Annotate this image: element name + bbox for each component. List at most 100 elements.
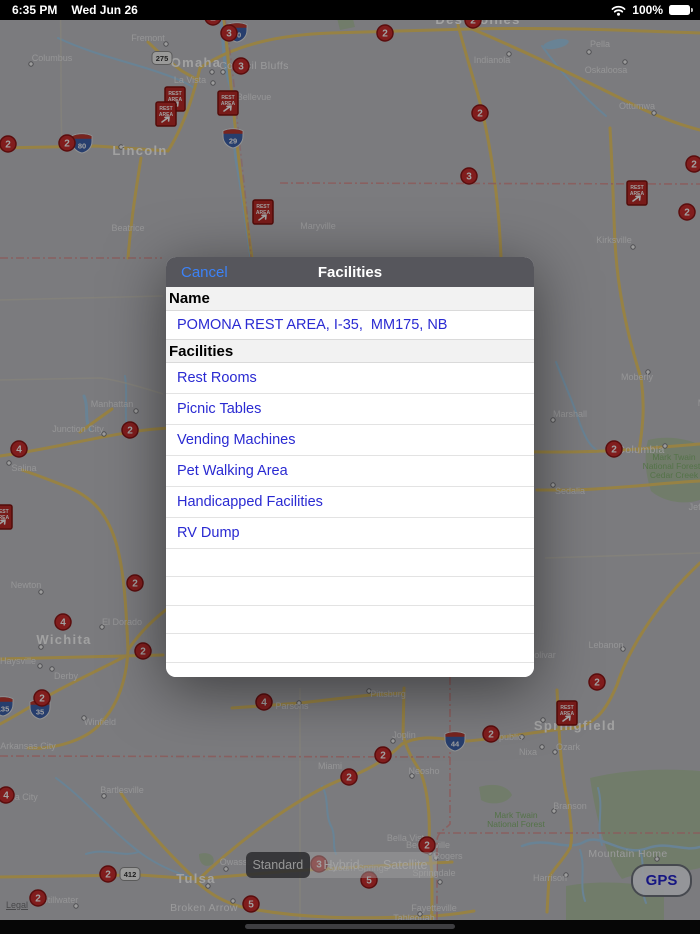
cluster-marker[interactable]: 2 — [376, 24, 394, 42]
facility-row[interactable]: Handicapped Facilities — [166, 487, 534, 518]
cluster-marker[interactable]: 2 — [340, 768, 358, 786]
map-type-standard[interactable]: Standard — [246, 852, 310, 878]
cluster-marker[interactable]: 3 — [232, 57, 250, 75]
cluster-marker[interactable]: 2 — [0, 135, 17, 153]
rest-area-icon[interactable]: RESTAREA — [626, 180, 648, 206]
rest-area-icon[interactable]: RESTAREA — [556, 700, 578, 726]
cluster-marker[interactable]: 2 — [588, 673, 606, 691]
map-type-segmented-control[interactable]: Standard Hybrid Satellite — [246, 852, 437, 878]
cluster-marker[interactable]: 3 — [460, 167, 478, 185]
svg-text:35: 35 — [36, 708, 44, 717]
city-label: Sedalia — [555, 486, 585, 496]
cluster-marker[interactable]: 2 — [126, 574, 144, 592]
svg-text:2: 2 — [39, 694, 45, 705]
city-label: La Vista — [174, 75, 206, 85]
cluster-marker[interactable]: 4 — [0, 786, 15, 804]
city-label: Fayetteville — [411, 903, 457, 913]
svg-text:412: 412 — [124, 870, 137, 879]
facility-row[interactable]: Vending Machines — [166, 425, 534, 456]
cluster-marker[interactable]: 4 — [255, 693, 273, 711]
city-label: Maryville — [300, 221, 336, 231]
empty-row — [166, 605, 534, 635]
svg-text:2: 2 — [35, 894, 41, 905]
svg-text:29: 29 — [229, 137, 237, 146]
svg-text:2: 2 — [346, 773, 352, 784]
city-label: Harrison — [533, 873, 567, 883]
city-dot — [210, 80, 216, 86]
cluster-marker[interactable]: 2 — [685, 155, 700, 173]
cluster-marker[interactable]: 2 — [471, 104, 489, 122]
svg-text:4: 4 — [60, 618, 66, 629]
city-dot — [37, 663, 43, 669]
modal-header: Cancel Facilities — [166, 257, 534, 287]
city-label: El Dorado — [102, 617, 142, 627]
city-label: Haysville — [0, 656, 36, 666]
city-dot — [437, 879, 443, 885]
cluster-marker[interactable]: 2 — [33, 689, 51, 707]
empty-row — [166, 662, 534, 677]
svg-text:275: 275 — [156, 54, 169, 63]
cluster-marker[interactable]: 2 — [605, 440, 623, 458]
home-indicator[interactable] — [245, 924, 455, 929]
bottom-bar — [0, 920, 700, 934]
cluster-marker[interactable]: 3 — [220, 24, 238, 42]
city-label: Derby — [54, 671, 79, 681]
svg-text:2: 2 — [488, 730, 494, 741]
svg-text:2: 2 — [64, 139, 70, 150]
cluster-marker[interactable]: 2 — [482, 725, 500, 743]
cluster-marker[interactable]: 4 — [10, 440, 28, 458]
cluster-marker[interactable]: 2 — [58, 134, 76, 152]
cluster-marker[interactable]: 2 — [678, 203, 696, 221]
legal-link[interactable]: Legal — [6, 900, 28, 910]
rest-area-icon[interactable]: RESTAREA — [217, 90, 239, 116]
rest-area-name-value[interactable]: POMONA REST AREA, I-35, MM175, NB — [166, 311, 534, 340]
empty-row — [166, 577, 534, 606]
city-label: Lebanon — [588, 640, 623, 650]
city-label: Lincoln — [112, 143, 167, 158]
facility-row[interactable]: Picnic Tables — [166, 394, 534, 425]
svg-text:3: 3 — [226, 29, 232, 40]
cluster-marker[interactable]: 2 — [374, 746, 392, 764]
city-label: Bellevue — [237, 92, 272, 102]
cluster-marker[interactable]: 2 — [99, 865, 117, 883]
cluster-marker[interactable]: 2 — [134, 642, 152, 660]
city-label: Salina — [11, 463, 36, 473]
cluster-marker[interactable]: 4 — [54, 613, 72, 631]
cluster-marker[interactable]: 2 — [29, 889, 47, 907]
city-label: Jefferson City — [689, 502, 700, 512]
battery-icon — [669, 5, 693, 15]
city-label: Pella — [590, 39, 610, 49]
rest-area-icon[interactable]: RESTAREA — [0, 504, 13, 530]
city-label: Wichita — [36, 632, 91, 647]
city-dot — [209, 69, 215, 75]
screen: Fremont Columbus Omaha Council Bluffs La Vis… — [0, 0, 700, 934]
svg-text:3: 3 — [466, 172, 472, 183]
svg-text:2: 2 — [477, 109, 483, 120]
facility-row[interactable]: Pet Walking Area — [166, 456, 534, 487]
rest-area-icon[interactable]: RESTAREA — [252, 199, 274, 225]
city-dot — [223, 866, 229, 872]
city-label: Broken Arrow — [170, 902, 238, 914]
city-label: Kirksville — [596, 235, 632, 245]
city-label: Arkansas City — [0, 741, 56, 751]
rest-area-icon[interactable]: RESTAREA — [155, 101, 177, 127]
facility-row[interactable]: Rest Rooms — [166, 363, 534, 394]
cancel-button[interactable]: Cancel — [181, 264, 228, 281]
city-dot — [651, 110, 657, 116]
city-label: Rogers — [433, 851, 463, 861]
svg-text:2: 2 — [684, 208, 690, 219]
gps-button[interactable]: GPS — [631, 864, 692, 897]
svg-text:2: 2 — [140, 647, 146, 658]
svg-text:80: 80 — [78, 142, 86, 151]
battery-percent: 100% — [632, 3, 663, 17]
empty-row — [166, 634, 534, 663]
facility-row[interactable]: RV Dump — [166, 518, 534, 549]
map-type-satellite[interactable]: Satellite — [373, 852, 437, 878]
city-label: Newton — [11, 580, 42, 590]
cluster-marker[interactable]: 5 — [242, 895, 260, 913]
city-label: Ozark — [556, 742, 581, 752]
map-type-hybrid[interactable]: Hybrid — [310, 852, 374, 878]
cluster-marker[interactable]: 2 — [418, 836, 436, 854]
svg-text:2: 2 — [105, 870, 111, 881]
cluster-marker[interactable]: 2 — [121, 421, 139, 439]
